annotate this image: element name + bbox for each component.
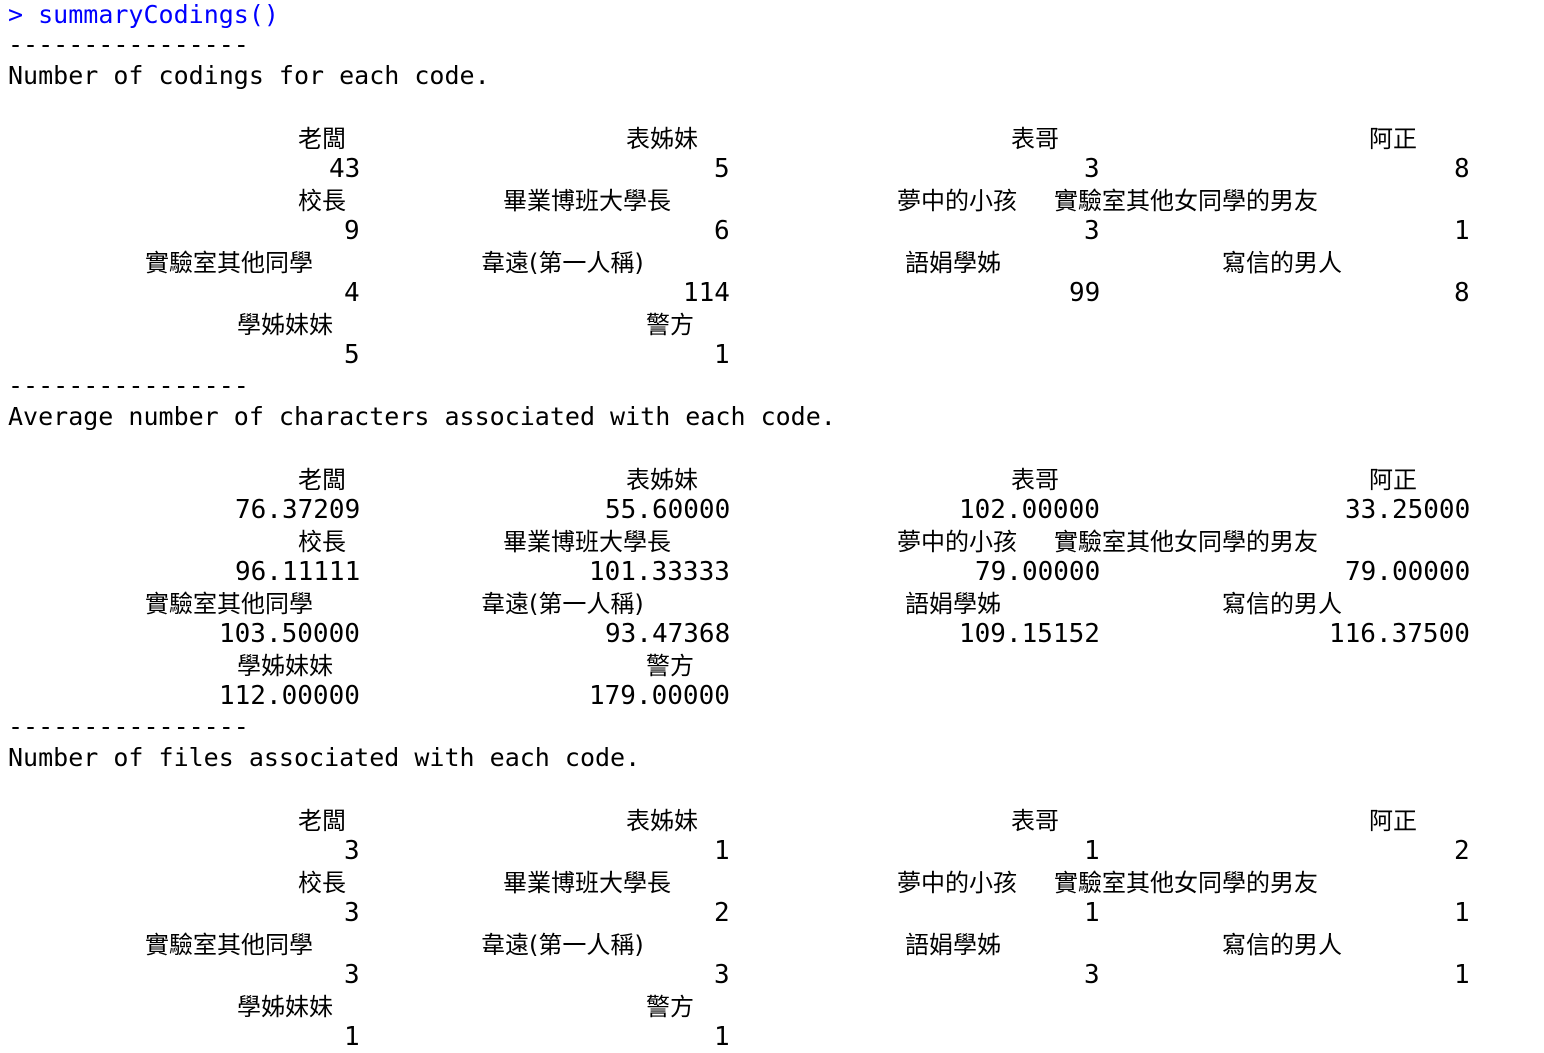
code-label: 老闆 (298, 125, 346, 153)
code-value: 99 (1069, 278, 1101, 308)
code-value: 79.00000 (975, 557, 1101, 587)
code-value: 76.37209 (235, 495, 361, 525)
code-value: 103.50000 (219, 619, 360, 649)
code-value: 1 (344, 1022, 360, 1052)
code-value: 3 (714, 960, 730, 990)
code-label: 實驗室其他女同學的男友 (1054, 528, 1318, 556)
code-value: 33.25000 (1345, 495, 1471, 525)
separator-rule: ---------------- (8, 371, 249, 400)
code-value: 79.00000 (1345, 557, 1471, 587)
code-value: 1 (1454, 898, 1470, 928)
code-value: 1 (1454, 216, 1470, 246)
code-label: 夢中的小孩 (897, 869, 1017, 897)
code-label: 寫信的男人 (1222, 931, 1342, 959)
code-label: 語娟學姊 (905, 249, 1001, 277)
code-label: 學姊妹妹 (237, 993, 333, 1021)
code-label: 老闆 (298, 466, 346, 494)
code-label: 校長 (298, 187, 346, 215)
separator-rule: ---------------- (8, 30, 249, 59)
code-value: 3 (344, 960, 360, 990)
code-label: 畢業博班大學長 (503, 528, 671, 556)
code-value: 6 (714, 216, 730, 246)
code-label: 韋遠(第一人稱) (481, 249, 644, 277)
code-value: 1 (714, 836, 730, 866)
code-value: 5 (344, 340, 360, 370)
code-value: 3 (344, 836, 360, 866)
code-value: 114 (683, 278, 730, 308)
code-label: 校長 (298, 528, 346, 556)
r-console-output: > summaryCodings() ---------------- Numbe… (0, 0, 1544, 1053)
code-label: 表哥 (1011, 125, 1059, 153)
code-label: 實驗室其他同學 (145, 931, 313, 959)
code-label: 實驗室其他女同學的男友 (1054, 869, 1318, 897)
code-label: 警方 (646, 652, 694, 680)
code-value: 109.15152 (959, 619, 1100, 649)
code-label: 語娟學姊 (905, 931, 1001, 959)
code-label: 老闆 (298, 807, 346, 835)
code-value: 96.11111 (235, 557, 361, 587)
section-heading: Average number of characters associated … (8, 402, 836, 431)
separator-rule: ---------------- (8, 712, 249, 741)
code-value: 2 (714, 898, 730, 928)
code-value: 112.00000 (219, 681, 360, 711)
code-value: 1 (714, 1022, 730, 1052)
code-label: 表哥 (1011, 807, 1059, 835)
code-value: 101.33333 (589, 557, 730, 587)
code-label: 實驗室其他同學 (145, 249, 313, 277)
code-label: 夢中的小孩 (897, 528, 1017, 556)
code-label: 韋遠(第一人稱) (481, 590, 644, 618)
code-value: 4 (344, 278, 360, 308)
code-label: 阿正 (1369, 807, 1417, 835)
code-value: 2 (1454, 836, 1470, 866)
console-command-line: > summaryCodings() (8, 0, 279, 30)
code-value: 5 (714, 154, 730, 184)
code-label: 夢中的小孩 (897, 187, 1017, 215)
code-label: 表姊妹 (626, 125, 698, 153)
command-text: summaryCodings() (38, 0, 279, 29)
code-value: 102.00000 (959, 495, 1100, 525)
code-label: 語娟學姊 (905, 590, 1001, 618)
code-value: 179.00000 (589, 681, 730, 711)
section-heading: Number of files associated with each cod… (8, 743, 641, 772)
code-label: 阿正 (1369, 466, 1417, 494)
section-heading: Number of codings for each code. (8, 61, 490, 90)
code-value: 3 (344, 898, 360, 928)
code-value: 8 (1454, 278, 1470, 308)
code-label: 表姊妹 (626, 466, 698, 494)
code-value: 3 (1084, 216, 1100, 246)
code-label: 學姊妹妹 (237, 652, 333, 680)
code-value: 8 (1454, 154, 1470, 184)
code-label: 畢業博班大學長 (503, 869, 671, 897)
code-value: 55.60000 (605, 495, 731, 525)
code-label: 學姊妹妹 (237, 311, 333, 339)
code-value: 9 (344, 216, 360, 246)
code-label: 寫信的男人 (1222, 590, 1342, 618)
code-label: 寫信的男人 (1222, 249, 1342, 277)
code-label: 警方 (646, 993, 694, 1021)
code-value: 1 (1084, 836, 1100, 866)
code-value: 3 (1084, 154, 1100, 184)
code-value: 3 (1084, 960, 1100, 990)
code-label: 畢業博班大學長 (503, 187, 671, 215)
code-value: 1 (1084, 898, 1100, 928)
code-label: 表哥 (1011, 466, 1059, 494)
code-label: 警方 (646, 311, 694, 339)
prompt-symbol: > (8, 0, 24, 29)
code-label: 校長 (298, 869, 346, 897)
code-label: 阿正 (1369, 125, 1417, 153)
code-value: 43 (329, 154, 361, 184)
code-value: 93.47368 (605, 619, 731, 649)
code-value: 1 (1454, 960, 1470, 990)
code-label: 韋遠(第一人稱) (481, 931, 644, 959)
code-label: 表姊妹 (626, 807, 698, 835)
code-label: 實驗室其他女同學的男友 (1054, 187, 1318, 215)
code-value: 116.37500 (1329, 619, 1470, 649)
code-value: 1 (714, 340, 730, 370)
code-label: 實驗室其他同學 (145, 590, 313, 618)
